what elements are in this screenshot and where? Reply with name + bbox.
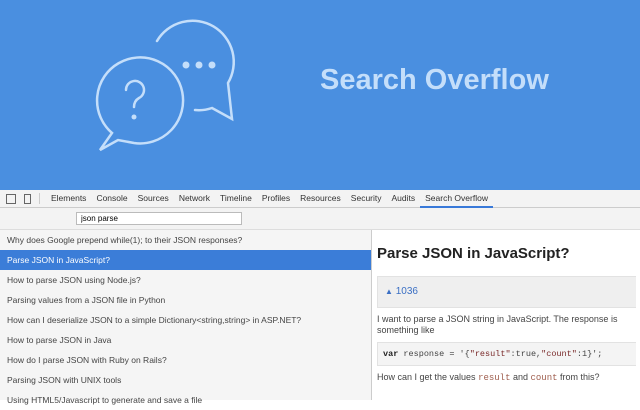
results-list: Why does Google prepend while(1); to the…	[0, 230, 372, 405]
tab-timeline[interactable]: Timeline	[215, 190, 257, 208]
tab-sources[interactable]: Sources	[133, 190, 174, 208]
tab-profiles[interactable]: Profiles	[257, 190, 295, 208]
banner: Search Overflow	[0, 0, 640, 190]
vote-count: 1036	[395, 286, 418, 297]
text: How can I get the values	[377, 372, 479, 382]
list-item[interactable]: How do I parse JSON with Ruby on Rails?	[0, 350, 371, 370]
code-block: var response = '{"result":true,"count":1…	[377, 342, 636, 366]
list-item[interactable]: Why does Google prepend while(1); to the…	[0, 230, 371, 250]
devtools-toolbar: Elements Console Sources Network Timelin…	[0, 190, 640, 208]
list-item-selected[interactable]: Parse JSON in JavaScript?	[0, 250, 371, 270]
list-item[interactable]: How to parse JSON using Node.js?	[0, 270, 371, 290]
code-keyword: var	[383, 349, 399, 359]
brand-title: Search Overflow	[320, 64, 549, 96]
divider	[39, 193, 40, 204]
text: and	[510, 372, 531, 382]
list-item[interactable]: Parsing JSON with UNIX tools	[0, 370, 371, 390]
search-bar	[0, 208, 640, 230]
list-item[interactable]: How to parse JSON in Java	[0, 330, 371, 350]
vote-box: ▲ 1036	[377, 276, 636, 308]
tab-audits[interactable]: Audits	[387, 190, 421, 208]
question-detail: Parse JSON in JavaScript? ▲ 1036 I want …	[373, 230, 640, 384]
inspect-icon[interactable]	[6, 193, 16, 204]
list-item[interactable]: How can I deserialize JSON to a simple D…	[0, 310, 371, 330]
upvote-icon[interactable]: ▲	[385, 287, 393, 296]
tab-resources[interactable]: Resources	[295, 190, 346, 208]
code-text: :true,	[510, 349, 542, 359]
tab-search-overflow[interactable]: Search Overflow	[420, 190, 493, 208]
chat-bubbles-icon	[95, 19, 235, 152]
code-text: :1}';	[576, 349, 603, 359]
question-body: I want to parse a JSON string in JavaScr…	[377, 314, 618, 335]
list-item[interactable]: Using HTML5/Javascript to generate and s…	[0, 390, 371, 410]
code-string: "count"	[541, 349, 577, 359]
search-input[interactable]	[76, 212, 242, 225]
code-text: response = '{	[398, 349, 470, 359]
text: from this?	[557, 372, 600, 382]
inline-code: count	[530, 373, 558, 383]
tab-elements[interactable]: Elements	[46, 190, 91, 208]
tab-console[interactable]: Console	[91, 190, 132, 208]
question-title: Parse JSON in JavaScript?	[377, 245, 570, 262]
list-item[interactable]: Parsing values from a JSON file in Pytho…	[0, 290, 371, 310]
code-string: "result"	[469, 349, 511, 359]
device-mode-icon[interactable]	[24, 193, 31, 204]
inline-code: result	[478, 373, 511, 383]
tab-security[interactable]: Security	[346, 190, 387, 208]
question-body-2: How can I get the values result and coun…	[377, 372, 636, 384]
tab-network[interactable]: Network	[174, 190, 215, 208]
